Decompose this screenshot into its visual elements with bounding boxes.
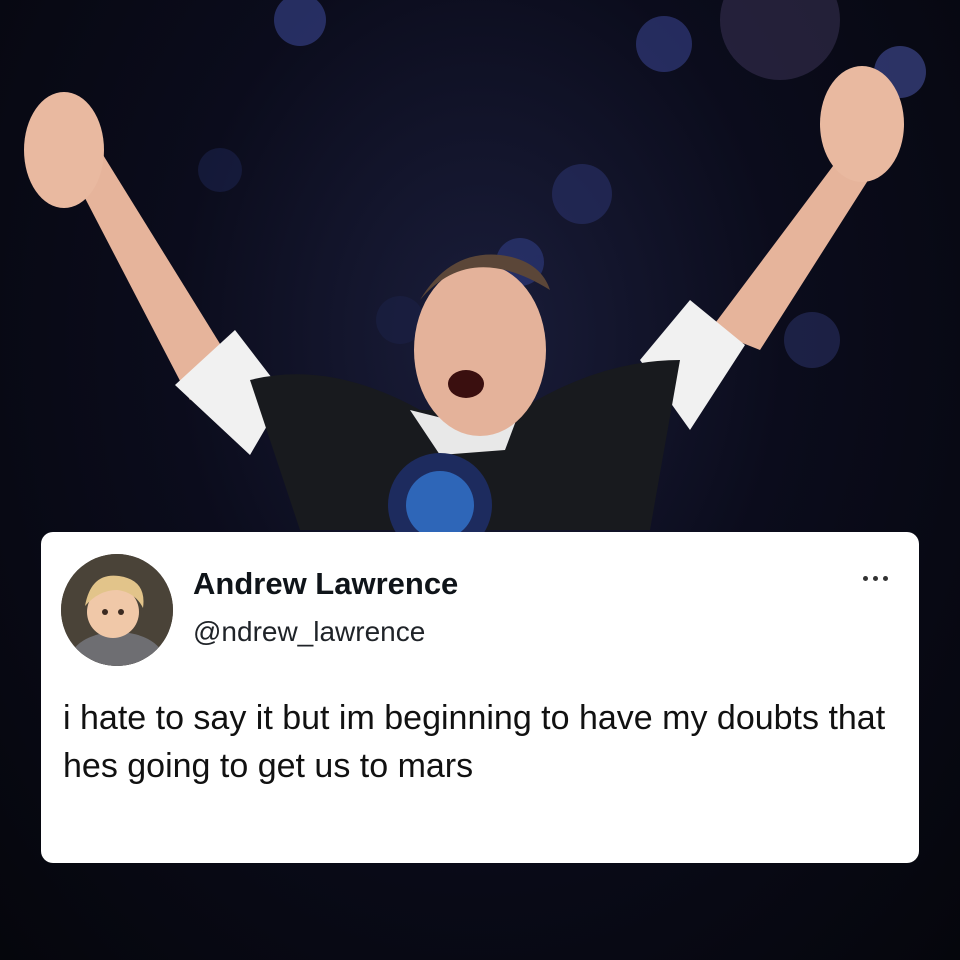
avatar[interactable] <box>61 554 173 666</box>
tweet-text: i hate to say it but im beginning to hav… <box>63 699 886 785</box>
more-horizontal-icon[interactable] <box>853 566 897 590</box>
author-handle[interactable]: @ndrew_lawrence <box>193 616 425 648</box>
author-name[interactable]: Andrew Lawrence <box>193 566 458 602</box>
dot <box>882 575 888 581</box>
tweet-card: Andrew Lawrence @ndrew_lawrence i hate t… <box>41 532 919 863</box>
avatar-image <box>61 554 173 666</box>
dot <box>862 575 868 581</box>
dot <box>872 575 878 581</box>
